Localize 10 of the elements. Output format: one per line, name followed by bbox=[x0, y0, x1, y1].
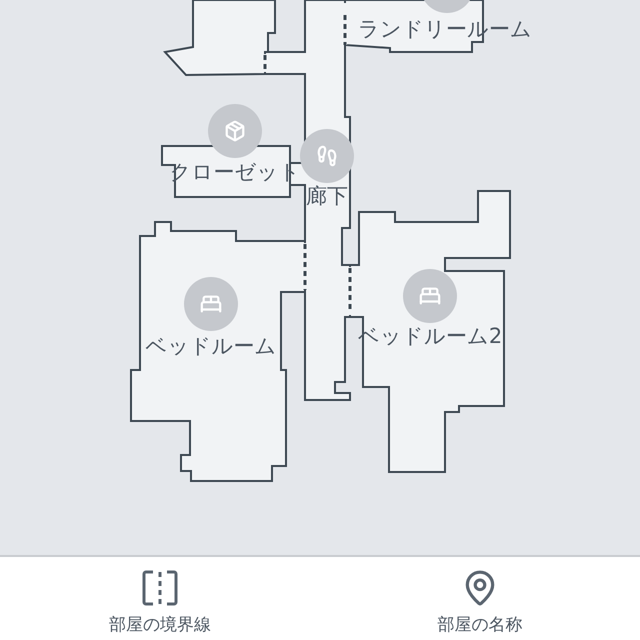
toolbar-button[interactable]: 部屋の境界線 bbox=[0, 557, 320, 640]
room-marker[interactable] bbox=[208, 104, 262, 158]
room-name: ベッドルーム bbox=[146, 333, 276, 359]
box-icon bbox=[224, 120, 246, 142]
room-name: 廊下 bbox=[306, 183, 348, 209]
room-divider-icon bbox=[141, 569, 179, 607]
toolbar-button[interactable]: 部屋の名称 bbox=[320, 557, 640, 640]
footprints-icon bbox=[316, 145, 338, 167]
bed-icon bbox=[200, 293, 222, 315]
bed-icon bbox=[419, 285, 441, 307]
